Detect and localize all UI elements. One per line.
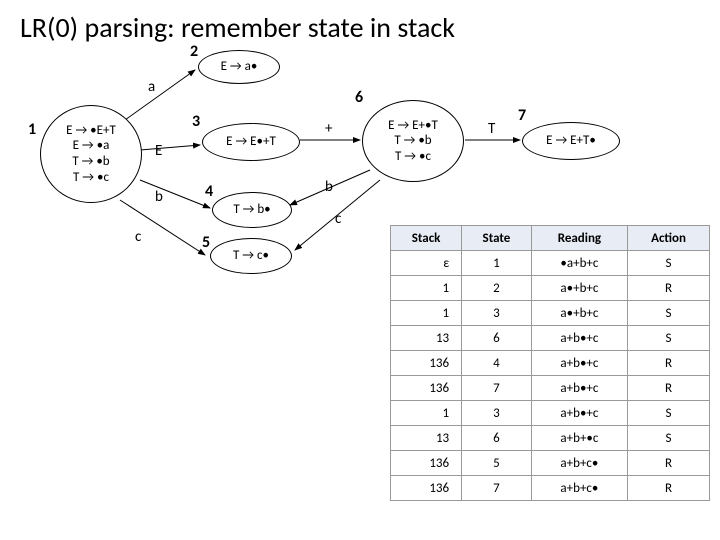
- cell: S: [628, 326, 710, 351]
- cell: a+b•+c: [531, 351, 627, 376]
- cell: 7: [462, 376, 532, 401]
- cell: a+b+c•: [531, 451, 627, 476]
- cell: 3: [462, 301, 532, 326]
- cell: 13: [391, 326, 462, 351]
- state-5-label: 5: [202, 233, 210, 252]
- parse-trace-table: Stack State Reading Action ε1•a+b+cS12a•…: [390, 225, 710, 501]
- state-1-label: 1: [28, 120, 36, 139]
- edge-c2: c: [335, 210, 341, 228]
- cell: S: [628, 251, 710, 276]
- cell: a+b•+c: [531, 401, 627, 426]
- table-row: 136a+b+•cS: [391, 426, 710, 451]
- state-4: T → b•: [212, 192, 292, 228]
- col-state: State: [462, 226, 532, 251]
- cell: R: [628, 276, 710, 301]
- cell: a•+b+c: [531, 301, 627, 326]
- cell: 136: [391, 376, 462, 401]
- cell: 5: [462, 451, 532, 476]
- state-6-label: 6: [355, 88, 363, 107]
- state-item: T → b•: [233, 202, 270, 218]
- cell: R: [628, 451, 710, 476]
- edge-b: b: [155, 188, 163, 206]
- cell: 1: [462, 251, 532, 276]
- cell: ε: [391, 251, 462, 276]
- table-row: 1367a+b+c•R: [391, 476, 710, 501]
- cell: 7: [462, 476, 532, 501]
- cell: 1: [391, 401, 462, 426]
- state-1: E → •E+T E → •a T → •b T → •c: [40, 105, 142, 203]
- edge-b2: b: [325, 178, 333, 196]
- page-title: LR(0) parsing: remember state in stack: [20, 10, 700, 45]
- cell: R: [628, 476, 710, 501]
- cell: a•+b+c: [531, 276, 627, 301]
- table-row: 13a•+b+cS: [391, 301, 710, 326]
- table-row: 13a+b•+cS: [391, 401, 710, 426]
- table-row: 1367a+b•+cR: [391, 376, 710, 401]
- state-6: E → E+•T T → •b T → •c: [362, 100, 464, 182]
- state-3: E → E•+T: [202, 123, 300, 161]
- cell: S: [628, 426, 710, 451]
- state-7: E → E+T•: [522, 122, 620, 160]
- cell: •a+b+c: [531, 251, 627, 276]
- cell: 6: [462, 426, 532, 451]
- state-item: E → E+T•: [546, 133, 596, 149]
- edge-E: E: [155, 142, 162, 160]
- table-row: 1364a+b•+cR: [391, 351, 710, 376]
- state-item: E → •E+T: [66, 123, 116, 139]
- col-action: Action: [628, 226, 710, 251]
- cell: S: [628, 301, 710, 326]
- state-item: E → a•: [221, 59, 258, 75]
- col-reading: Reading: [531, 226, 627, 251]
- cell: 136: [391, 351, 462, 376]
- state-item: T → •b: [394, 133, 431, 149]
- edge-a: a: [148, 78, 155, 96]
- cell: 1: [391, 301, 462, 326]
- cell: a+b+c•: [531, 476, 627, 501]
- cell: 3: [462, 401, 532, 426]
- cell: a+b+•c: [531, 426, 627, 451]
- state-7-label: 7: [518, 106, 526, 125]
- edge-T: T: [488, 120, 495, 138]
- state-4-label: 4: [205, 182, 213, 201]
- cell: S: [628, 401, 710, 426]
- cell: 2: [462, 276, 532, 301]
- state-item: E → •a: [73, 138, 110, 154]
- state-item: E → E+•T: [388, 118, 438, 134]
- state-3-label: 3: [192, 112, 200, 131]
- cell: 4: [462, 351, 532, 376]
- state-item: T → c•: [233, 248, 269, 264]
- cell: 6: [462, 326, 532, 351]
- table-row: 136a+b•+cS: [391, 326, 710, 351]
- edge-plus: +: [325, 120, 332, 138]
- state-item: T → •b: [72, 154, 109, 170]
- cell: 1: [391, 276, 462, 301]
- state-2-label: 2: [190, 42, 198, 61]
- cell: R: [628, 351, 710, 376]
- cell: R: [628, 376, 710, 401]
- table-row: ε1•a+b+cS: [391, 251, 710, 276]
- state-5: T → c•: [210, 238, 292, 274]
- cell: 13: [391, 426, 462, 451]
- state-item: T → •c: [395, 149, 431, 165]
- edge-c: c: [135, 228, 141, 246]
- cell: 136: [391, 476, 462, 501]
- col-stack: Stack: [391, 226, 462, 251]
- state-2: E → a•: [198, 50, 280, 84]
- table-row: 1365a+b+c•R: [391, 451, 710, 476]
- cell: 136: [391, 451, 462, 476]
- table-row: 12a•+b+cR: [391, 276, 710, 301]
- state-item: T → •c: [73, 170, 109, 186]
- state-item: E → E•+T: [226, 134, 276, 150]
- cell: a+b•+c: [531, 376, 627, 401]
- cell: a+b•+c: [531, 326, 627, 351]
